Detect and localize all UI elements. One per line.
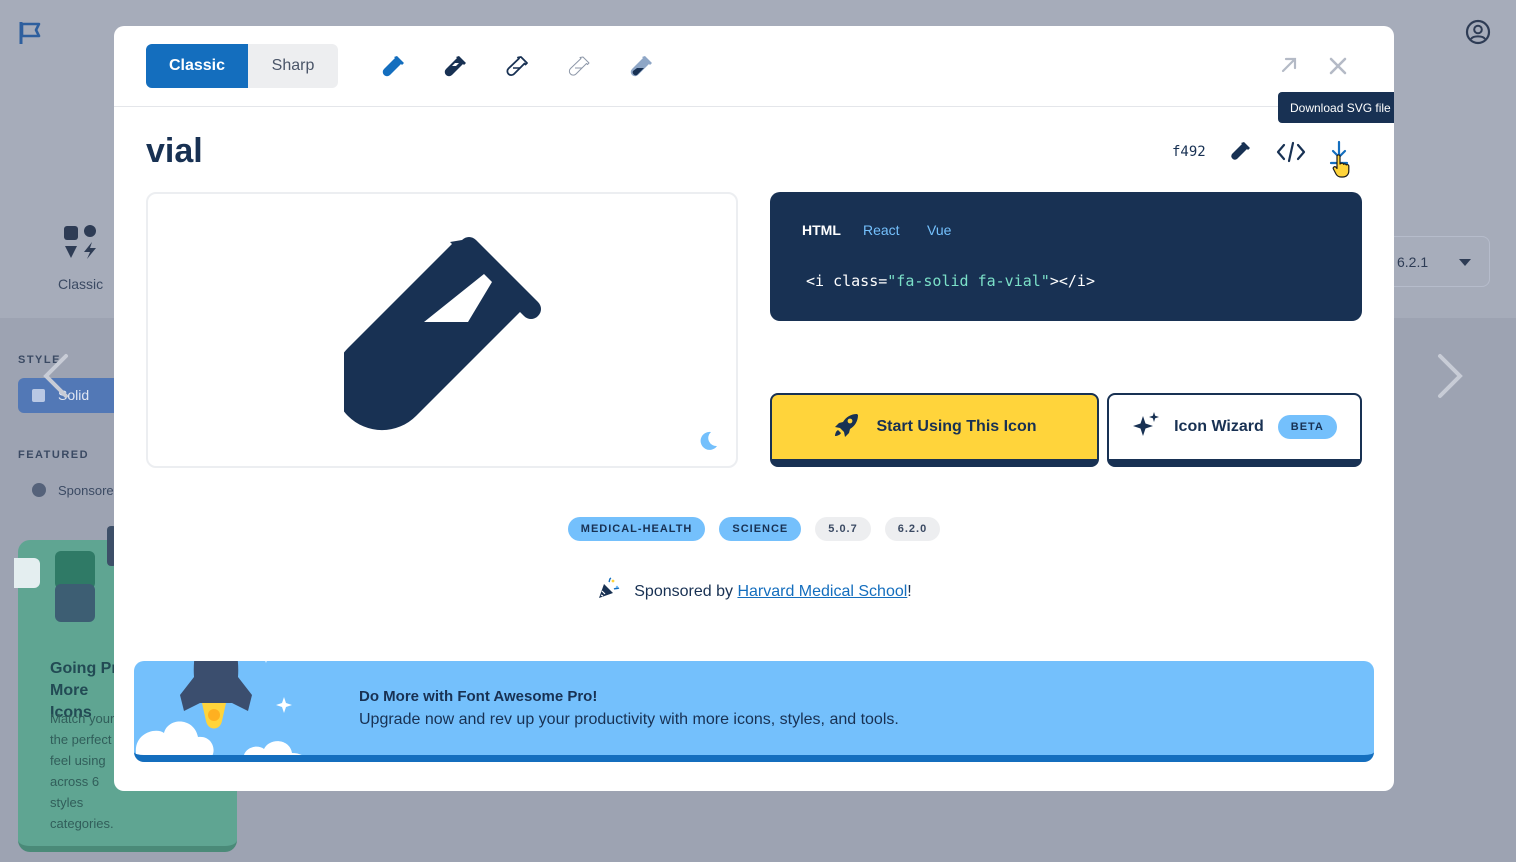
download-tooltip: Download SVG file [1278, 92, 1394, 123]
version-value: 6.2.1 [1397, 254, 1429, 270]
check-icon [14, 558, 40, 588]
code-snippet[interactable]: <i class="fa-solid fa-vial"></i> [806, 272, 1095, 290]
family-toggle: Classic Sharp [146, 44, 338, 88]
light-vial-icon[interactable] [501, 51, 533, 83]
code-snippet-panel: HTML React Vue <i class="fa-solid fa-via… [770, 192, 1362, 321]
category-tag[interactable]: SCIENCE [719, 517, 802, 541]
category-tag[interactable]: MEDICAL-HEALTH [567, 517, 706, 541]
solid-vial-icon[interactable] [377, 51, 409, 83]
sponsor-suffix: ! [907, 582, 912, 600]
beta-badge: BETA [1277, 415, 1337, 439]
modal-header: Classic Sharp [114, 26, 1394, 107]
moon-icon[interactable] [697, 430, 719, 457]
icon-wizard-label: Icon Wizard [1174, 418, 1264, 435]
vial-preview-icon [333, 232, 544, 437]
dollar-icon [32, 483, 46, 497]
icon-wizard-button[interactable]: Icon Wizard BETA [1107, 393, 1362, 467]
regular-vial-icon[interactable] [439, 51, 471, 83]
duotone-vial-icon[interactable] [625, 51, 657, 83]
user-account-icon[interactable] [1465, 19, 1491, 50]
solid-style-filter[interactable]: Solid [18, 378, 128, 413]
promo-text: Upgrade now and rev up your productivity… [359, 711, 899, 728]
code-class-value: "fa-solid fa-vial" [887, 272, 1050, 290]
chevron-down-icon [1459, 259, 1471, 266]
pointer-hand-icon [1332, 154, 1350, 183]
chevron-left-icon[interactable] [38, 352, 72, 405]
tab-react[interactable]: React [863, 222, 900, 238]
version-tag[interactable]: 5.0.7 [815, 517, 871, 541]
sharp-toggle-button[interactable]: Sharp [248, 44, 338, 88]
icon-tags: MEDICAL-HEALTH SCIENCE 5.0.7 6.2.0 [114, 517, 1394, 541]
tab-vue[interactable]: Vue [927, 222, 951, 238]
classic-toggle-button[interactable]: Classic [146, 44, 248, 88]
pro-upgrade-banner[interactable]: Do More with Font Awesome Pro! Upgrade n… [134, 661, 1374, 762]
classic-family-label: Classic [58, 276, 104, 292]
rocket-icon [832, 411, 860, 444]
copy-glyph-icon[interactable] [1228, 140, 1252, 169]
start-using-label: Start Using This Icon [876, 418, 1037, 435]
thin-vial-icon[interactable] [563, 51, 595, 83]
classic-family-icon[interactable] [62, 222, 100, 265]
icon-preview-panel [146, 192, 738, 468]
chevron-right-icon[interactable] [1434, 352, 1468, 405]
featured-filter-heading: FEATURED [18, 449, 90, 461]
copy-code-icon[interactable] [1276, 140, 1306, 169]
code-tag-close: ></i> [1049, 272, 1095, 290]
expand-icon[interactable] [1278, 54, 1300, 81]
party-popper-icon [596, 577, 620, 606]
icon-name-title: vial [146, 132, 203, 170]
icon-detail-modal: Classic Sharp vial f492 Download SVG fil… [114, 26, 1394, 791]
sponsored-filter-label[interactable]: Sponsore [58, 483, 114, 498]
sparkles-icon [1132, 411, 1160, 444]
start-using-icon-button[interactable]: Start Using This Icon [770, 393, 1099, 467]
close-icon[interactable] [1328, 56, 1348, 81]
code-tag-open: <i class= [806, 272, 888, 290]
rocket-illustration-icon [134, 661, 324, 755]
sponsor-line: Sponsored by Harvard Medical School! [114, 577, 1394, 606]
promo-title: Do More with Font Awesome Pro! [359, 688, 598, 705]
arrow-up-icon [55, 584, 95, 622]
tab-html[interactable]: HTML [802, 222, 841, 238]
flag-logo-icon[interactable] [18, 20, 44, 51]
version-tag[interactable]: 6.2.0 [884, 517, 941, 541]
sponsor-prefix: Sponsored by [634, 582, 738, 600]
unicode-value[interactable]: f492 [1172, 144, 1206, 160]
sponsor-link[interactable]: Harvard Medical School [737, 583, 907, 600]
